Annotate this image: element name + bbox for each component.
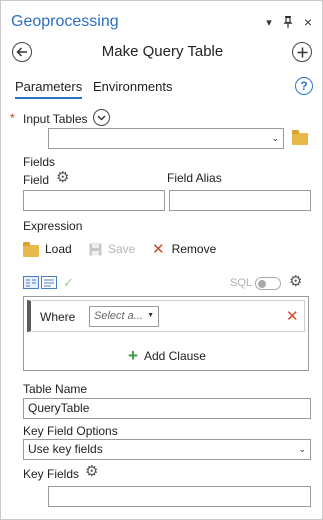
save-icon [89,243,102,255]
field-input[interactable] [23,190,165,211]
remove-button[interactable]: ✕ Remove [152,241,216,257]
folder-icon [23,242,39,257]
add-clause-button[interactable]: + Add Clause [128,347,206,364]
required-marker: * [10,111,15,125]
field-alias-input[interactable] [169,190,311,211]
close-icon[interactable]: × [301,14,315,30]
tab-parameters[interactable]: Parameters [15,79,83,99]
add-icon[interactable] [292,42,312,62]
key-field-options-dropdown[interactable]: Use key fields ⌄ [23,439,311,460]
key-fields-input[interactable] [48,486,311,507]
save-label: Save [108,242,136,256]
add-clause-label: Add Clause [143,348,206,363]
validate-check-icon[interactable]: ✓ [63,275,74,291]
key-field-options-label: Key Field Options [23,424,118,438]
chevron-down-icon: ⌄ [271,133,279,143]
field-select[interactable]: Select a... ▼ [89,306,159,327]
chevron-down-icon: ▼ [147,312,154,319]
where-clause-row: Where Select a... ▼ ✕ [27,300,305,332]
field-select-placeholder: Select a... [94,310,143,322]
chevron-down-icon: ⌄ [298,444,306,454]
geoprocessing-pane: Geoprocessing ▾ × Make Query Table Param… [0,0,323,520]
remove-label: Remove [171,242,217,256]
help-icon[interactable]: ? [295,77,313,95]
remove-clause-icon[interactable]: ✕ [286,307,299,325]
load-button[interactable]: Load [23,241,72,257]
chevron-down-icon[interactable]: ▾ [262,15,276,29]
expression-label: Expression [23,219,83,233]
input-tables-dropdown[interactable]: ⌄ [48,128,284,149]
key-field-options-value: Use key fields [28,442,103,456]
table-name-label: Table Name [23,382,88,396]
fields-label: Fields [23,155,56,169]
tab-environments[interactable]: Environments [93,79,172,94]
folder-icon[interactable] [292,130,308,145]
sql-list-icon[interactable] [41,276,57,289]
plus-icon: + [128,346,138,365]
gear-icon[interactable]: ⚙ [289,274,302,289]
sql-toggle[interactable] [255,277,281,290]
gear-icon[interactable]: ⚙ [56,170,69,185]
expand-icon[interactable] [93,109,110,126]
clause-mode-icon[interactable] [23,276,39,289]
sql-label: SQL [230,277,253,289]
tool-title: Make Query Table [101,43,224,60]
table-name-input[interactable]: QueryTable [23,398,311,419]
save-button[interactable]: Save [89,241,135,257]
field-alias-label: Field Alias [167,171,222,185]
field-column-label: Field [23,173,50,187]
remove-icon: ✕ [152,240,165,258]
gear-icon[interactable]: ⚙ [85,464,98,479]
where-label: Where [40,310,76,324]
pin-icon[interactable] [281,15,295,29]
input-tables-label: Input Tables [23,112,88,126]
key-fields-label: Key Fields [23,467,80,481]
clause-builder: Where Select a... ▼ ✕ + Add Clause [23,296,309,371]
load-label: Load [45,242,72,256]
pane-title: Geoprocessing [11,13,119,30]
